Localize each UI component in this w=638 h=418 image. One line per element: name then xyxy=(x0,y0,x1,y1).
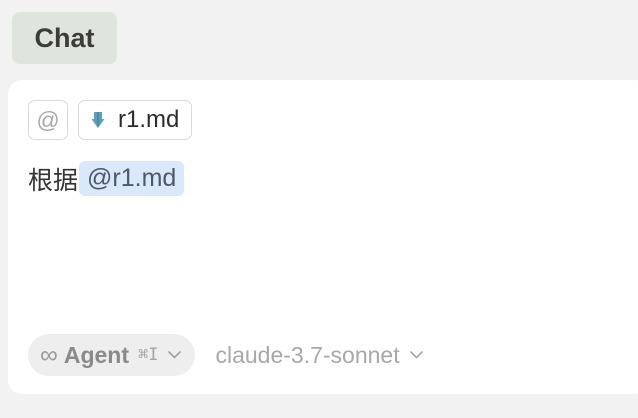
composer-footer: ∞ Agent ⌘I claude-3.7-sonnet xyxy=(28,334,423,376)
chat-tab[interactable]: Chat xyxy=(12,12,117,64)
chat-composer[interactable]: @ r1.md 根据 @r1.md ∞ Agent ⌘I claude-3.7-… xyxy=(8,80,638,394)
mode-label: Agent xyxy=(63,341,129,368)
infinity-icon: ∞ xyxy=(40,340,58,369)
model-selector[interactable]: claude-3.7-sonnet xyxy=(215,341,423,369)
file-mention-chip[interactable]: @r1.md xyxy=(79,161,185,196)
context-row: @ r1.md xyxy=(28,100,193,140)
mode-selector[interactable]: ∞ Agent ⌘I xyxy=(28,334,196,376)
message-text: 根据 xyxy=(28,166,79,195)
add-context-button[interactable]: @ xyxy=(28,100,68,140)
mode-shortcut: ⌘I xyxy=(138,345,159,365)
chat-tab-label: Chat xyxy=(34,22,95,53)
model-name: claude-3.7-sonnet xyxy=(215,341,400,368)
chevron-down-icon xyxy=(409,351,423,359)
context-file-name: r1.md xyxy=(118,106,180,133)
message-input[interactable]: 根据 @r1.md xyxy=(28,159,185,198)
chevron-down-icon xyxy=(168,351,182,359)
arrow-down-icon xyxy=(91,112,105,128)
context-file-pill[interactable]: r1.md xyxy=(78,100,193,140)
at-icon: @ xyxy=(36,106,60,133)
chat-panel: Chat @ r1.md 根据 @r1.md ∞ Agent ⌘I claude… xyxy=(0,0,638,418)
